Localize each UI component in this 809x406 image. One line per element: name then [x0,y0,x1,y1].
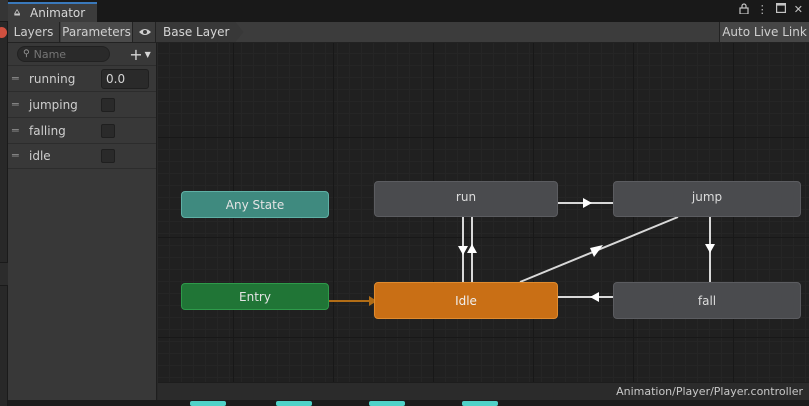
search-input[interactable] [33,47,94,61]
timeline-thumb[interactable] [462,401,498,406]
parameter-name: falling [29,123,66,138]
parameter-bool-checkbox[interactable] [101,97,115,112]
animator-window: ⩠ Animator ⋮ ✕ Layers Parameters Base La… [8,0,809,406]
transition-arrow [590,245,603,257]
transition-arrow [705,244,715,253]
status-bar: Animation/Player/Player.controller [158,382,809,400]
parameters-header: ⚲ +▼ [8,43,156,65]
drag-handle-icon[interactable]: ═ [12,125,22,136]
auto-live-link-button[interactable]: Auto Live Link [719,22,809,42]
breadcrumb-base-layer[interactable]: Base Layer [163,25,230,39]
parameter-float-field[interactable]: 0.0 [101,68,149,89]
tab-animator-label: Animator [30,6,86,20]
drag-handle-icon[interactable]: ═ [12,73,22,84]
transition-arrow [590,292,599,302]
close-icon[interactable]: ✕ [794,3,803,17]
transition-arrow [583,198,592,208]
layers-button[interactable]: Layers [8,22,60,42]
breadcrumb[interactable]: Base Layer [156,22,244,42]
eye-icon[interactable] [134,22,156,42]
add-parameter-button[interactable]: + ▼ [126,44,154,64]
adjacent-window-strip [0,0,8,406]
parameter-bool-checkbox[interactable] [101,123,115,138]
transition-arrow [467,244,477,253]
search-icon: ⚲ [23,49,30,59]
parameter-row-jumping[interactable]: ═ jumping [8,91,156,117]
state-graph[interactable]: Any State Entry run jump Idle fall [158,43,809,382]
menu-icon[interactable]: ⋮ [757,3,768,17]
search-field[interactable]: ⚲ [17,46,110,62]
state-entry[interactable]: Entry [181,283,329,310]
tab-bar: ⩠ Animator ⋮ ✕ [8,0,809,22]
parameter-name: running [29,71,76,86]
state-fall[interactable]: fall [613,282,801,319]
timeline-thumb[interactable] [190,401,226,406]
adjacent-divider [0,262,8,286]
plus-icon: + [129,44,143,64]
parameters-button[interactable]: Parameters [61,22,133,42]
timeline-thumb[interactable] [276,401,312,406]
parameters-panel: ⚲ +▼ ═ running 0.0 ═ jumping ═ falling ═… [8,43,157,406]
bottom-strip [8,400,809,406]
maximize-icon[interactable] [775,3,786,17]
parameter-name: idle [29,149,51,163]
state-run[interactable]: run [374,181,558,217]
animator-toolbar: Layers Parameters Base Layer Auto Live L… [8,22,809,43]
timeline-thumb[interactable] [369,401,405,406]
record-icon[interactable] [0,27,7,38]
window-controls: ⋮ ✕ [739,3,803,17]
parameter-row-running[interactable]: ═ running 0.0 [8,65,156,91]
parameter-name: jumping [29,97,78,112]
transition-arrow [458,246,468,255]
lock-icon[interactable] [739,3,749,17]
state-idle[interactable]: Idle [374,282,558,319]
state-jump[interactable]: jump [613,181,801,217]
parameter-row-idle[interactable]: ═ idle [8,143,156,169]
animator-icon: ⩠ [14,7,21,18]
adjacent-tab[interactable] [0,0,8,22]
parameter-bool-checkbox[interactable] [101,149,115,163]
state-any-state[interactable]: Any State [181,191,329,218]
drag-handle-icon[interactable]: ═ [12,150,22,161]
parameter-row-falling[interactable]: ═ falling [8,117,156,143]
tab-animator[interactable]: ⩠ Animator [8,2,97,22]
controller-path: Animation/Player/Player.controller [616,385,803,398]
chevron-down-icon: ▼ [144,49,151,59]
drag-handle-icon[interactable]: ═ [12,99,22,110]
